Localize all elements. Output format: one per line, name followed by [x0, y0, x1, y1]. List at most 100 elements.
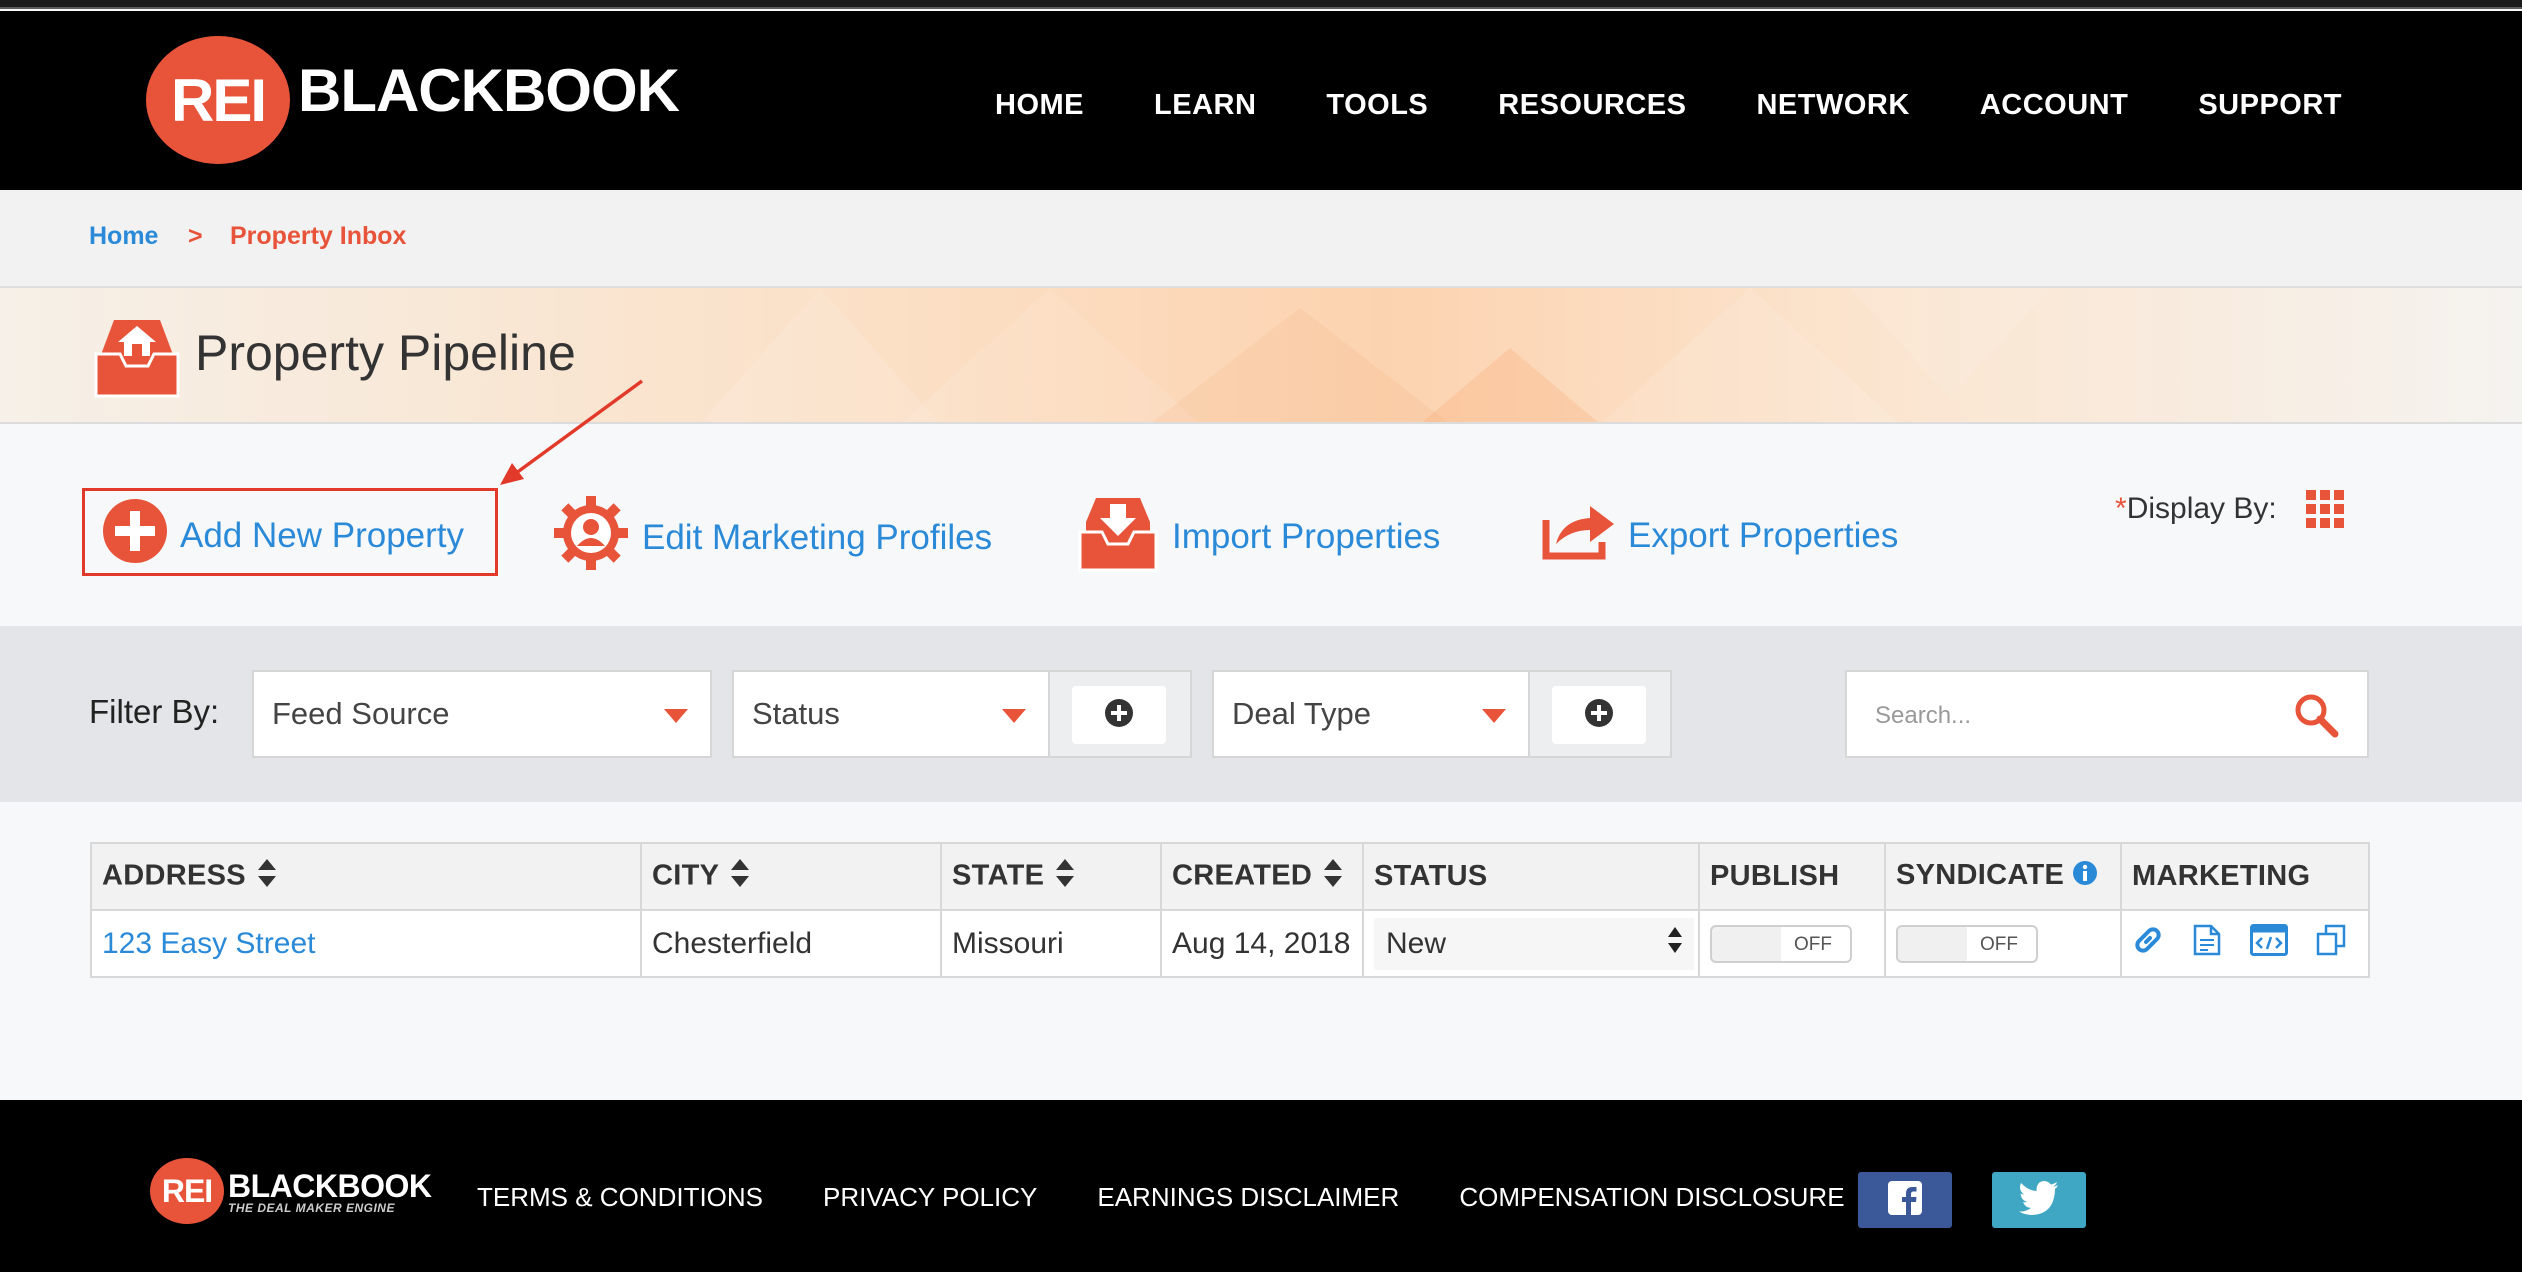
nav-network[interactable]: NETWORK: [1756, 89, 1909, 122]
plus-circle-icon: [102, 498, 180, 573]
required-star: *: [2115, 492, 2127, 525]
document-edit-icon[interactable]: [2192, 924, 2222, 964]
logo-mark: REI: [146, 36, 290, 164]
cell-status: New: [1362, 909, 1700, 978]
column-city[interactable]: CITY: [640, 842, 942, 911]
twitter-icon: [2019, 1180, 2059, 1220]
link-icon[interactable]: [2132, 924, 2164, 964]
filter-bar: Filter By: Feed Source Status Deal Type: [0, 626, 2522, 802]
syndicate-toggle[interactable]: OFF: [1896, 924, 2038, 963]
add-new-property-label: Add New Property: [180, 515, 465, 555]
annotation-arrow: [500, 379, 644, 485]
site-logo[interactable]: REI BLACKBOOK: [146, 36, 680, 164]
nav-home[interactable]: HOME: [995, 89, 1084, 122]
add-deal-type-filter-button[interactable]: [1552, 686, 1646, 744]
footer-logo-mark: REI: [150, 1158, 224, 1224]
grid-view-icon[interactable]: [2306, 490, 2346, 535]
deal-type-value: Deal Type: [1232, 696, 1372, 731]
breadcrumb-current[interactable]: Property Inbox: [230, 222, 406, 251]
search-box: [1845, 670, 2369, 758]
export-properties-button[interactable]: Export Properties: [1542, 502, 1898, 569]
status-row-value: New: [1386, 926, 1447, 960]
cell-created: Aug 14, 2018: [1160, 909, 1364, 978]
sort-icon[interactable]: [1324, 858, 1343, 895]
status-row-select[interactable]: New: [1374, 917, 1694, 970]
column-state-label: STATE: [952, 859, 1045, 892]
footer-link-earnings[interactable]: EARNINGS DISCLAIMER: [1097, 1182, 1399, 1213]
display-by-text: Display By:: [2126, 492, 2277, 525]
table-header-row: ADDRESS CITY STATE CREATED STATUS PUBLIS…: [90, 842, 2370, 911]
column-syndicate: SYNDICATE: [1884, 842, 2122, 911]
import-properties-button[interactable]: Import Properties: [1076, 492, 1440, 581]
column-syndicate-label: SYNDICATE: [1896, 859, 2065, 892]
share-export-icon: [1542, 502, 1628, 569]
sort-icon[interactable]: [257, 858, 276, 895]
cell-city: Chesterfield: [640, 909, 942, 978]
publish-toggle[interactable]: OFF: [1710, 924, 1852, 963]
gear-user-icon: [552, 494, 642, 581]
deal-type-select[interactable]: Deal Type: [1212, 670, 1530, 758]
nav-resources[interactable]: RESOURCES: [1498, 89, 1686, 122]
twitter-button[interactable]: [1992, 1172, 2086, 1228]
column-address[interactable]: ADDRESS: [90, 842, 642, 911]
search-icon[interactable]: [2293, 692, 2339, 743]
page-header-band: Property Pipeline: [0, 288, 2522, 424]
table-row: 123 Easy Street Chesterfield Missouri Au…: [90, 909, 2370, 978]
properties-table: ADDRESS CITY STATE CREATED STATUS PUBLIS…: [90, 842, 2370, 978]
feed-source-value: Feed Source: [272, 696, 450, 731]
display-by-label: *Display By:: [2115, 492, 2277, 526]
embed-code-icon[interactable]: [2250, 923, 2288, 964]
footer-link-terms[interactable]: TERMS & CONDITIONS: [477, 1182, 763, 1213]
column-created-label: CREATED: [1172, 859, 1313, 892]
syndicate-toggle-label: OFF: [1980, 933, 2018, 955]
nav-learn[interactable]: LEARN: [1154, 89, 1256, 122]
cell-marketing: [2120, 909, 2370, 978]
search-input[interactable]: [1875, 698, 2275, 734]
page-title: Property Pipeline: [195, 325, 576, 381]
plus-circle-icon: [1584, 698, 1614, 733]
facebook-button[interactable]: [1858, 1172, 1952, 1228]
footer-logo-wordmark: BLACKBOOK: [228, 1167, 432, 1204]
import-properties-label: Import Properties: [1172, 516, 1441, 556]
caret-down-icon: [1002, 709, 1026, 723]
column-city-label: CITY: [652, 859, 720, 892]
logo-wordmark: BLACKBOOK: [298, 56, 680, 124]
column-marketing: MARKETING: [2120, 842, 2370, 911]
edit-marketing-profiles-label: Edit Marketing Profiles: [642, 517, 993, 557]
breadcrumb: Home > Property Inbox: [0, 190, 2522, 288]
actions-bar: Add New Property Edit Marketing Profiles: [0, 426, 2522, 626]
footer-logo[interactable]: REI BLACKBOOK THE DEAL MAKER ENGINE: [150, 1158, 432, 1224]
sort-icon[interactable]: [731, 858, 750, 895]
nav-tools[interactable]: TOOLS: [1326, 89, 1428, 122]
add-new-property-button[interactable]: Add New Property: [102, 498, 464, 573]
add-status-filter-button[interactable]: [1072, 686, 1166, 744]
deal-type-add-wrap: [1530, 670, 1672, 758]
facebook-icon: [1888, 1180, 1922, 1220]
info-icon[interactable]: [2072, 860, 2098, 894]
marketing-actions: [2132, 923, 2368, 964]
filter-by-label: Filter By:: [89, 693, 220, 730]
column-created[interactable]: CREATED: [1160, 842, 1364, 911]
edit-marketing-profiles-button[interactable]: Edit Marketing Profiles: [552, 494, 992, 581]
breadcrumb-separator: >: [188, 222, 203, 250]
sort-icon[interactable]: [1056, 858, 1075, 895]
cell-state: Missouri: [940, 909, 1162, 978]
inbox-house-icon: [92, 314, 182, 403]
nav-account[interactable]: ACCOUNT: [1980, 89, 2129, 122]
column-address-label: ADDRESS: [102, 859, 246, 892]
nav-support[interactable]: SUPPORT: [2198, 89, 2342, 122]
copy-icon[interactable]: [2316, 924, 2348, 964]
column-state[interactable]: STATE: [940, 842, 1162, 911]
column-publish: PUBLISH: [1698, 842, 1886, 911]
column-status: STATUS: [1362, 842, 1700, 911]
footer-link-compensation[interactable]: COMPENSATION DISCLOSURE: [1459, 1182, 1844, 1213]
cell-syndicate: OFF: [1884, 909, 2122, 978]
inbox-download-icon: [1076, 492, 1172, 581]
site-footer: REI BLACKBOOK THE DEAL MAKER ENGINE TERM…: [0, 1100, 2522, 1272]
feed-source-select[interactable]: Feed Source: [252, 670, 712, 758]
cell-address: 123 Easy Street: [90, 909, 642, 978]
status-select[interactable]: Status: [732, 670, 1050, 758]
breadcrumb-home[interactable]: Home: [89, 222, 158, 251]
footer-link-privacy[interactable]: PRIVACY POLICY: [823, 1182, 1037, 1213]
property-address-link[interactable]: 123 Easy Street: [102, 927, 315, 960]
